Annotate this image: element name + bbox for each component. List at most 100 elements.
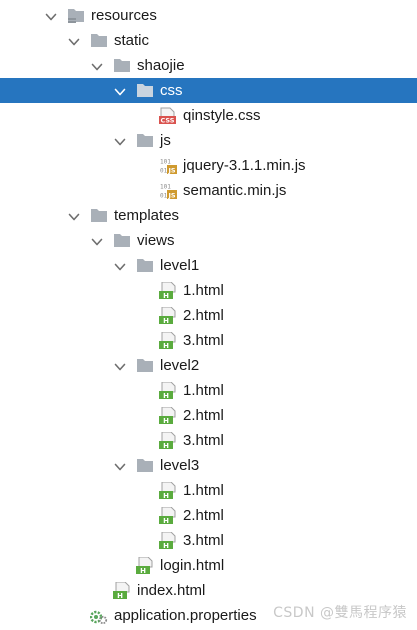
- tree-file-item[interactable]: H 3.html: [0, 428, 417, 453]
- folder-icon: [136, 82, 154, 99]
- tree-file-item[interactable]: Hlogin.html: [0, 553, 417, 578]
- svg-text:H: H: [163, 417, 169, 424]
- folder-icon: [136, 132, 154, 149]
- tree-file-item[interactable]: H 1.html: [0, 478, 417, 503]
- tree-item-label: level1: [160, 257, 200, 274]
- chevron-down-icon[interactable]: [114, 260, 126, 272]
- chevron-down-icon[interactable]: [114, 135, 126, 147]
- tree-item-label: level3: [160, 457, 200, 474]
- tree-item-label: 2.html: [183, 507, 224, 524]
- tree-item-label: shaojie: [137, 57, 185, 74]
- tree-item-label: application.properties: [114, 607, 257, 624]
- tree-file-item[interactable]: CSS qinstyle.css: [0, 103, 417, 128]
- svg-text:CSS: CSS: [161, 117, 175, 124]
- svg-text:01: 01: [160, 168, 168, 175]
- svg-text:H: H: [163, 392, 169, 399]
- chevron-down-icon[interactable]: [114, 460, 126, 472]
- folder-icon: [90, 207, 108, 224]
- folder-icon: [67, 7, 85, 24]
- svg-text:JS: JS: [167, 167, 175, 175]
- tree-folder-static[interactable]: static: [0, 28, 417, 53]
- svg-text:01: 01: [160, 193, 168, 200]
- tree-folder-shaojie[interactable]: shaojie: [0, 53, 417, 78]
- html-file-icon: H: [159, 406, 177, 425]
- svg-text:H: H: [117, 592, 123, 599]
- html-file-icon: H: [159, 281, 177, 300]
- project-tree: resources static shaojie css CSS qinstyle.css…: [0, 3, 417, 628]
- chevron-down-icon[interactable]: [91, 60, 103, 72]
- tree-file-item[interactable]: 101 01 JS semantic.min.js: [0, 178, 417, 203]
- tree-file-item[interactable]: Hindex.html: [0, 578, 417, 603]
- tree-item-label: 2.html: [183, 307, 224, 324]
- tree-file-item[interactable]: H 2.html: [0, 503, 417, 528]
- svg-text:H: H: [163, 442, 169, 449]
- tree-item-label: views: [137, 232, 175, 249]
- html-file-icon: H: [159, 481, 177, 500]
- folder-icon: [136, 357, 154, 374]
- tree-folder-templates[interactable]: templates: [0, 203, 417, 228]
- svg-text:H: H: [163, 342, 169, 349]
- svg-text:H: H: [163, 492, 169, 499]
- tree-item-label: resources: [91, 7, 157, 24]
- chevron-down-icon[interactable]: [68, 35, 80, 47]
- svg-text:H: H: [163, 517, 169, 524]
- html-file-icon: H: [113, 581, 131, 600]
- svg-text:H: H: [163, 317, 169, 324]
- js-file-icon: 101 01 JS: [159, 157, 177, 175]
- tree-item-label: index.html: [137, 582, 206, 599]
- html-file-icon: H: [159, 506, 177, 525]
- html-file-icon: H: [159, 381, 177, 400]
- tree-item-label: 1.html: [183, 482, 224, 499]
- html-file-icon: H: [159, 431, 177, 450]
- tree-file-item[interactable]: H 1.html: [0, 378, 417, 403]
- folder-icon: [90, 32, 108, 49]
- tree-item-label: jquery-3.1.1.min.js: [183, 157, 306, 174]
- tree-item-label: static: [114, 32, 150, 49]
- tree-item-label: css: [160, 82, 183, 99]
- chevron-down-icon[interactable]: [68, 210, 80, 222]
- html-file-icon: H: [159, 331, 177, 350]
- watermark: CSDN @雙馬程序猿: [273, 605, 407, 621]
- tree-item-label: 1.html: [183, 282, 224, 299]
- tree-item-label: level2: [160, 357, 200, 374]
- svg-text:JS: JS: [167, 192, 175, 200]
- css-file-icon: CSS: [159, 107, 177, 125]
- tree-item-label: templates: [114, 207, 180, 224]
- tree-item-label: semantic.min.js: [183, 182, 287, 199]
- folder-icon: [136, 457, 154, 474]
- html-file-icon: H: [159, 531, 177, 550]
- folder-icon: [113, 232, 131, 249]
- tree-folder-level2[interactable]: level2: [0, 353, 417, 378]
- tree-folder-level3[interactable]: level3: [0, 453, 417, 478]
- tree-folder-js[interactable]: js: [0, 128, 417, 153]
- tree-file-item[interactable]: H 2.html: [0, 303, 417, 328]
- tree-folder-resources[interactable]: resources: [0, 3, 417, 28]
- tree-item-label: js: [160, 132, 171, 149]
- svg-text:101: 101: [160, 184, 171, 191]
- tree-file-item[interactable]: H 2.html: [0, 403, 417, 428]
- chevron-down-icon[interactable]: [91, 235, 103, 247]
- tree-item-label: 3.html: [183, 532, 224, 549]
- chevron-down-icon[interactable]: [114, 360, 126, 372]
- properties-file-icon: [89, 607, 108, 625]
- tree-folder-level1[interactable]: level1: [0, 253, 417, 278]
- tree-item-label: login.html: [160, 557, 225, 574]
- tree-item-label: 1.html: [183, 382, 224, 399]
- html-file-icon: H: [159, 306, 177, 325]
- chevron-down-icon[interactable]: [114, 85, 126, 97]
- html-file-icon: H: [136, 556, 154, 575]
- tree-file-item[interactable]: H 3.html: [0, 528, 417, 553]
- svg-text:H: H: [163, 292, 169, 299]
- chevron-down-icon[interactable]: [45, 10, 57, 22]
- svg-text:H: H: [140, 567, 146, 574]
- svg-text:H: H: [163, 542, 169, 549]
- tree-folder-css[interactable]: css: [0, 78, 417, 103]
- tree-file-item[interactable]: H 3.html: [0, 328, 417, 353]
- tree-folder-views[interactable]: views: [0, 228, 417, 253]
- tree-file-item[interactable]: 101 01 JS jquery-3.1.1.min.js: [0, 153, 417, 178]
- tree-item-label: qinstyle.css: [183, 107, 261, 124]
- folder-icon: [113, 57, 131, 74]
- tree-item-label: 3.html: [183, 332, 224, 349]
- tree-file-item[interactable]: H 1.html: [0, 278, 417, 303]
- svg-text:101: 101: [160, 159, 171, 166]
